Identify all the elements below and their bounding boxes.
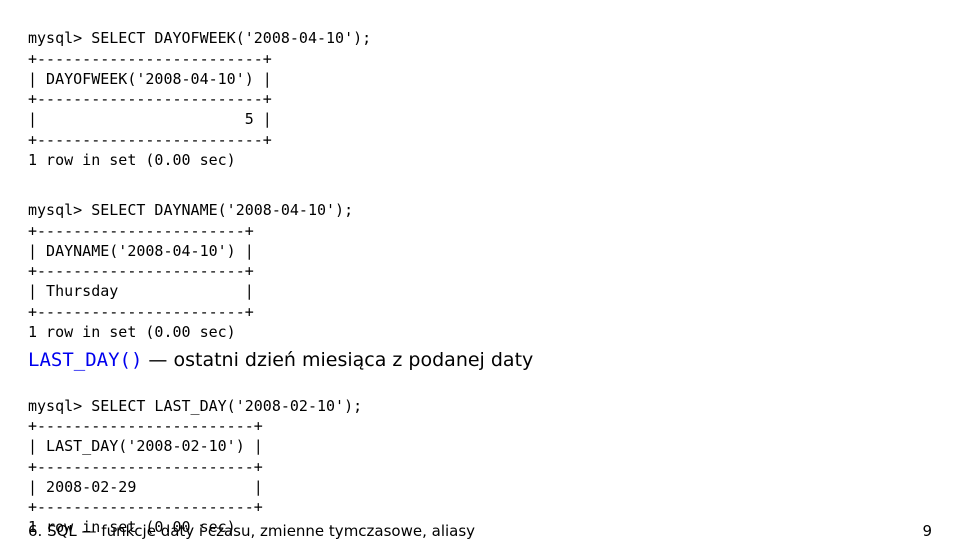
desc-separator: — — [142, 349, 173, 371]
footer-chapter: 6. SQL — funkcje daty i czasu, zmienne t… — [28, 521, 475, 541]
code-line: +-------------------------+ — [28, 131, 272, 149]
code-line: +-----------------------+ — [28, 303, 254, 321]
code-line: | 5 | — [28, 110, 272, 128]
code-line: +-------------------------+ — [28, 50, 272, 68]
desc-text: ostatni dzień miesiąca z podanej daty — [173, 349, 533, 371]
code-line: mysql> SELECT DAYNAME('2008-04-10'); — [28, 201, 353, 219]
sql-block-lastday: mysql> SELECT LAST_DAY('2008-02-10'); +-… — [28, 376, 932, 538]
footer-page-number: 9 — [922, 521, 932, 541]
page: mysql> SELECT DAYOFWEEK('2008-04-10'); +… — [0, 0, 960, 551]
code-line: mysql> SELECT DAYOFWEEK('2008-04-10'); — [28, 29, 371, 47]
code-line: +------------------------+ — [28, 417, 263, 435]
function-name: LAST_DAY() — [28, 349, 142, 371]
sql-block-dayname: mysql> SELECT DAYNAME('2008-04-10'); +--… — [28, 180, 932, 342]
code-line: +-----------------------+ — [28, 222, 254, 240]
sql-block-dayofweek: mysql> SELECT DAYOFWEEK('2008-04-10'); +… — [28, 8, 932, 170]
code-line: | Thursday | — [28, 282, 254, 300]
code-line: +-----------------------+ — [28, 262, 254, 280]
code-line: | DAYNAME('2008-04-10') | — [28, 242, 254, 260]
code-line: | 2008-02-29 | — [28, 478, 263, 496]
code-line: 1 row in set (0.00 sec) — [28, 323, 236, 341]
code-line: +------------------------+ — [28, 458, 263, 476]
page-footer: 6. SQL — funkcje daty i czasu, zmienne t… — [28, 521, 932, 541]
code-line: +-------------------------+ — [28, 90, 272, 108]
code-line: | DAYOFWEEK('2008-04-10') | — [28, 70, 272, 88]
code-line: mysql> SELECT LAST_DAY('2008-02-10'); — [28, 397, 362, 415]
code-line: 1 row in set (0.00 sec) — [28, 151, 236, 169]
code-line: +------------------------+ — [28, 498, 263, 516]
function-description: LAST_DAY() — ostatni dzień miesiąca z po… — [28, 348, 932, 374]
code-line: | LAST_DAY('2008-02-10') | — [28, 437, 263, 455]
